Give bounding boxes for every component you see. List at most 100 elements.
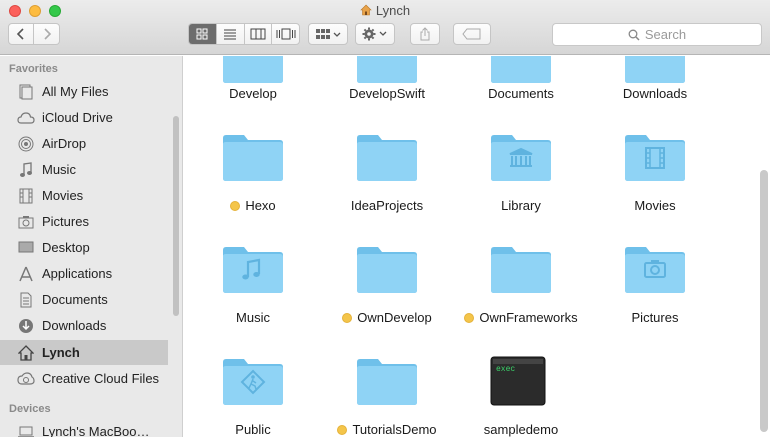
sidebar-item-icloud-drive[interactable]: iCloud Drive <box>0 105 168 130</box>
file-name: OwnDevelop <box>357 310 432 325</box>
file-name: sampledemo <box>483 422 559 437</box>
film-icon <box>16 187 36 205</box>
sidebar-item-lynch[interactable]: Lynch <box>0 340 168 365</box>
coverflow-view-icon <box>276 28 296 40</box>
sidebar-item-movies[interactable]: Movies <box>0 183 168 208</box>
movies-folder-icon[interactable] <box>624 132 686 182</box>
arrange-icon <box>316 29 341 39</box>
icon-view-button[interactable] <box>189 24 217 44</box>
yellow-tag-icon <box>230 201 241 211</box>
file-name: Develop <box>229 86 277 101</box>
file-name: Movies <box>634 198 676 213</box>
folder-icon[interactable] <box>222 56 284 84</box>
tag-button[interactable] <box>453 23 491 45</box>
window-title-text: Lynch <box>375 3 411 18</box>
sidebar-item-label: iCloud Drive <box>42 110 113 125</box>
sidebar-item-label: Applications <box>42 266 113 281</box>
sidebar-scrollbar[interactable] <box>173 116 179 316</box>
sidebar-item-label: Pictures <box>42 214 89 229</box>
file-grid: Develop DevelopSwift Documents Downloads… <box>184 56 770 437</box>
list-view-button[interactable] <box>217 24 245 44</box>
sidebar-item-all-my-files[interactable]: All My Files <box>0 79 168 104</box>
sidebar-item-airdrop[interactable]: AirDrop <box>0 131 168 156</box>
music-folder-icon[interactable] <box>222 244 284 294</box>
sidebar-item-desktop[interactable]: Desktop <box>0 235 168 260</box>
folder-icon[interactable] <box>356 56 418 84</box>
sidebar-item-label: AirDrop <box>42 136 87 151</box>
sidebar: Favorites All My Files iCloud Drive AirD… <box>0 56 183 437</box>
file-name: Library <box>501 198 541 213</box>
sidebar-item-creative-cloud-files[interactable]: Creative Cloud Files <box>0 366 168 391</box>
file-name: Music <box>236 310 270 325</box>
file-name: TutorialsDemo <box>352 422 437 437</box>
forward-button[interactable] <box>34 23 60 45</box>
main-scrollbar[interactable] <box>760 170 768 432</box>
desktop-icon <box>16 239 36 257</box>
gear-icon <box>362 27 387 41</box>
public-folder-icon[interactable] <box>222 356 284 406</box>
home-icon <box>360 4 372 16</box>
library-folder-icon[interactable] <box>490 132 552 182</box>
executable-icon[interactable]: exec <box>490 356 552 406</box>
file-item-label[interactable]: Downloads <box>575 86 735 101</box>
yellow-tag-icon <box>337 425 348 435</box>
file-name: Downloads <box>622 86 688 101</box>
sidebar-item-label: Music <box>42 162 76 177</box>
folder-icon[interactable] <box>222 132 284 182</box>
window-title: Lynch <box>0 3 770 18</box>
search-field[interactable]: Search <box>552 23 762 46</box>
file-name: Documents <box>488 86 554 101</box>
file-name: DevelopSwift <box>349 86 425 101</box>
column-view-button[interactable] <box>245 24 273 44</box>
coverflow-view-button[interactable] <box>272 24 299 44</box>
file-item-label[interactable]: Movies <box>575 198 735 213</box>
pictures-folder-icon[interactable] <box>624 244 686 294</box>
file-item-label[interactable]: sampledemo <box>441 422 601 437</box>
tag-icon <box>462 28 481 40</box>
chevron-right-icon <box>43 28 51 40</box>
sidebar-item-macbook[interactable]: Lynch's MacBoo… <box>0 419 168 437</box>
search-icon <box>628 29 640 41</box>
folder-icon[interactable] <box>356 244 418 294</box>
yellow-tag-icon <box>342 313 353 323</box>
search-placeholder: Search <box>644 27 687 42</box>
sidebar-item-applications[interactable]: Applications <box>0 261 168 286</box>
file-name: Pictures <box>631 310 679 325</box>
sidebar-item-label: All My Files <box>42 84 109 99</box>
arrange-button[interactable] <box>308 23 348 45</box>
folder-icon[interactable] <box>490 56 552 84</box>
yellow-tag-icon <box>464 313 475 323</box>
sidebar-item-pictures[interactable]: Pictures <box>0 209 168 234</box>
folder-icon[interactable] <box>356 356 418 406</box>
view-mode-segmented <box>188 23 300 45</box>
back-button[interactable] <box>8 23 34 45</box>
share-icon <box>420 27 430 41</box>
sidebar-item-label: Documents <box>42 292 108 307</box>
cloud-icon <box>16 109 36 127</box>
music-note-icon <box>16 161 36 179</box>
sidebar-item-documents[interactable]: Documents <box>0 287 168 312</box>
creative-cloud-icon <box>16 370 36 388</box>
icon-view-icon <box>196 28 208 40</box>
camera-icon <box>16 213 36 231</box>
file-item-label[interactable]: Pictures <box>575 310 735 325</box>
sidebar-item-music[interactable]: Music <box>0 157 168 182</box>
toolbar: Lynch Search <box>0 0 770 55</box>
laptop-icon <box>16 423 36 437</box>
folder-icon[interactable] <box>490 244 552 294</box>
folder-icon[interactable] <box>356 132 418 182</box>
sidebar-item-label: Downloads <box>42 318 107 333</box>
folder-icon[interactable] <box>624 56 686 84</box>
action-button[interactable] <box>355 23 395 45</box>
devices-header: Devices <box>9 403 51 415</box>
sidebar-item-downloads[interactable]: Downloads <box>0 313 168 338</box>
sidebar-item-label: Lynch <box>42 345 80 360</box>
sidebar-item-label: Movies <box>42 188 84 203</box>
share-button[interactable] <box>410 23 440 45</box>
list-view-icon <box>224 29 237 40</box>
document-icon <box>16 291 36 309</box>
download-icon <box>16 317 36 335</box>
home-icon <box>16 344 36 362</box>
svg-text:exec: exec <box>496 365 515 374</box>
chevron-left-icon <box>16 28 24 40</box>
